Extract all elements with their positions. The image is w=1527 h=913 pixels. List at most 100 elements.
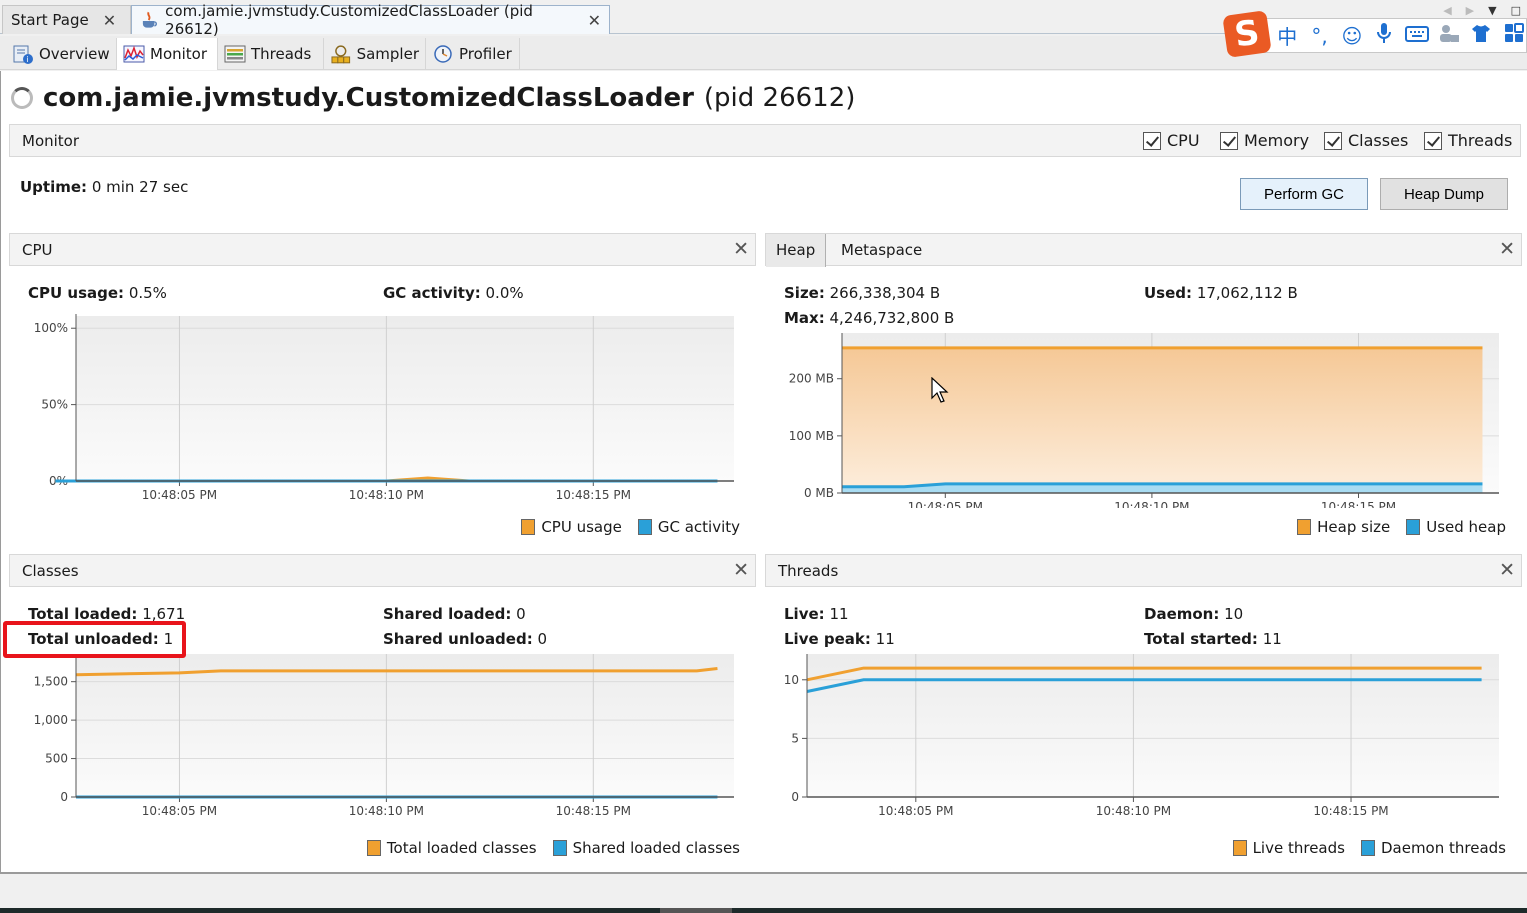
legend-label: Used heap bbox=[1426, 518, 1506, 536]
checkbox-cpu[interactable]: CPU bbox=[1143, 131, 1200, 150]
checkbox-classes[interactable]: Classes bbox=[1324, 131, 1408, 150]
microphone-icon[interactable] bbox=[1372, 22, 1396, 49]
punctuation-icon[interactable]: °, bbox=[1307, 24, 1331, 48]
legend-swatch-blue bbox=[637, 519, 652, 535]
stat-value: 4,246,732,800 B bbox=[829, 309, 955, 327]
x-tick-label: 10:48:15 PM bbox=[556, 488, 631, 502]
tab-label: Start Page bbox=[11, 11, 89, 29]
keyboard-icon[interactable] bbox=[1404, 24, 1429, 48]
cpu-panel: CPU ✕ CPU usage: 0.5% GC activity: 0.0% … bbox=[9, 233, 756, 543]
taskbar-item[interactable] bbox=[660, 908, 732, 913]
uptime-label: Uptime: bbox=[20, 178, 88, 196]
tab-application[interactable]: com.jamie.jvmstudy.CustomizedClassLoader… bbox=[131, 2, 610, 38]
legend-swatch-orange bbox=[366, 840, 381, 856]
live-threads-stat: Live: 11 bbox=[784, 605, 849, 623]
maximize-icon[interactable]: □ bbox=[1511, 4, 1521, 17]
app-name: com.jamie.jvmstudy.CustomizedClassLoader bbox=[43, 83, 694, 113]
chinese-mode-icon[interactable]: 中 bbox=[1275, 21, 1299, 50]
overview-icon: i bbox=[13, 45, 33, 64]
checkbox-memory[interactable]: Memory bbox=[1220, 131, 1309, 150]
y-tick-label: 5 bbox=[791, 731, 799, 745]
close-icon[interactable]: ✕ bbox=[1499, 559, 1515, 581]
shared-unloaded-stat: Shared unloaded: 0 bbox=[383, 630, 547, 648]
classes-chart: 0 500 1,000 1,500 10:48:05 PM 10:48:10 PM 10:4… bbox=[34, 654, 734, 818]
apps-grid-icon[interactable] bbox=[1502, 23, 1526, 48]
tab-overview[interactable]: i Overview bbox=[6, 38, 117, 70]
tab-label: Monitor bbox=[150, 45, 208, 63]
tab-label: Sampler bbox=[356, 45, 419, 63]
legend-label: CPU usage bbox=[541, 518, 622, 536]
daemon-threads-stat: Daemon: 10 bbox=[1144, 605, 1243, 623]
tab-sampler[interactable]: Sampler bbox=[324, 38, 426, 70]
legend-swatch-orange bbox=[1232, 840, 1247, 856]
close-icon[interactable]: ✕ bbox=[733, 559, 749, 581]
sogou-logo-icon[interactable]: S bbox=[1222, 10, 1272, 58]
classes-legend: Total loaded classes Shared loaded class… bbox=[366, 839, 740, 857]
tab-threads[interactable]: Threads bbox=[218, 38, 324, 70]
shared-loaded-stat: Shared loaded: 0 bbox=[383, 605, 526, 623]
user-icon[interactable] bbox=[1437, 23, 1461, 48]
uptime-value: 0 min 27 sec bbox=[91, 178, 189, 196]
heap-dump-button[interactable]: Heap Dump bbox=[1380, 178, 1508, 210]
total-started-stat: Total started: 11 bbox=[1144, 630, 1282, 648]
checkbox-checked-icon[interactable] bbox=[1324, 131, 1342, 150]
checkbox-threads[interactable]: Threads bbox=[1424, 131, 1512, 150]
close-icon[interactable]: ✕ bbox=[733, 238, 749, 260]
monitor-header: Monitor CPU Memory Classes Threads bbox=[9, 124, 1521, 157]
y-tick-label: 0 MB bbox=[804, 486, 834, 500]
live-peak-stat: Live peak: 11 bbox=[784, 630, 895, 648]
y-tick-label: 50% bbox=[41, 398, 68, 412]
tab-label: Threads bbox=[251, 45, 312, 63]
threads-panel: Threads ✕ Live: 11 Live peak: 11 Daemon:… bbox=[765, 554, 1522, 864]
ime-toolbar: S 中 °, ☺ bbox=[1222, 10, 1527, 58]
threads-panel-header: Threads ✕ bbox=[765, 554, 1522, 587]
mouse-cursor-icon bbox=[931, 377, 949, 403]
tab-metaspace[interactable]: Metaspace bbox=[831, 234, 932, 267]
checkbox-checked-icon[interactable] bbox=[1143, 131, 1161, 150]
tab-monitor[interactable]: Monitor bbox=[117, 38, 218, 70]
legend-label: Shared loaded classes bbox=[572, 839, 740, 857]
checkbox-label: Memory bbox=[1244, 131, 1310, 150]
tab-profiler[interactable]: Profiler bbox=[426, 38, 520, 70]
x-tick-label: 10:48:10 PM bbox=[1096, 804, 1171, 818]
scroll-left-icon[interactable]: ◀ bbox=[1443, 4, 1451, 17]
legend-swatch-orange bbox=[1297, 519, 1312, 535]
heap-size-stat: Size: 266,338,304 B bbox=[784, 284, 940, 302]
emoji-icon[interactable]: ☺ bbox=[1340, 24, 1364, 48]
annotation-highlight-box bbox=[3, 621, 186, 658]
close-icon[interactable]: ✕ bbox=[1499, 238, 1515, 260]
checkbox-checked-icon[interactable] bbox=[1220, 131, 1238, 150]
close-icon[interactable]: ✕ bbox=[103, 11, 116, 30]
tab-start-page[interactable]: Start Page ✕ bbox=[2, 5, 131, 34]
y-tick-label: 100% bbox=[34, 321, 68, 335]
memory-panel-header: Heap Metaspace ✕ bbox=[765, 233, 1522, 267]
app-pid: (pid 26612) bbox=[703, 83, 856, 113]
x-tick-label: 10:48:05 PM bbox=[878, 804, 953, 818]
svg-text:i: i bbox=[27, 55, 29, 64]
legend-label: GC activity bbox=[657, 518, 740, 536]
y-tick-label: 100 MB bbox=[789, 429, 834, 443]
legend-label: Daemon threads bbox=[1380, 839, 1506, 857]
x-tick-label: 10:48:10 PM bbox=[349, 804, 424, 818]
panel-title: Threads bbox=[778, 562, 839, 580]
stat-value: 11 bbox=[1262, 630, 1282, 648]
legend-label: Live threads bbox=[1252, 839, 1345, 857]
scroll-right-icon[interactable]: ▶ bbox=[1466, 4, 1474, 17]
cpu-legend: CPU usage GC activity bbox=[521, 518, 740, 536]
tab-heap[interactable]: Heap bbox=[766, 234, 827, 267]
x-tick-label: 10:48:05 PM bbox=[908, 500, 983, 508]
page-title: com.jamie.jvmstudy.CustomizedClassLoader… bbox=[11, 83, 855, 113]
stat-value: 11 bbox=[875, 630, 895, 648]
checkbox-checked-icon[interactable] bbox=[1424, 131, 1442, 150]
cpu-panel-header: CPU ✕ bbox=[9, 233, 756, 266]
series-area-heap-size bbox=[842, 347, 1483, 493]
close-icon[interactable]: ✕ bbox=[588, 11, 601, 30]
checkbox-label: Classes bbox=[1348, 131, 1409, 150]
legend-swatch-orange bbox=[521, 519, 536, 535]
legend-label: Total loaded classes bbox=[386, 839, 537, 857]
skin-shirt-icon[interactable] bbox=[1469, 23, 1493, 48]
threads-icon bbox=[224, 45, 246, 63]
dropdown-icon[interactable]: ▼ bbox=[1488, 4, 1496, 17]
stat-value: 17,062,112 B bbox=[1196, 284, 1298, 302]
perform-gc-button[interactable]: Perform GC bbox=[1240, 178, 1368, 210]
